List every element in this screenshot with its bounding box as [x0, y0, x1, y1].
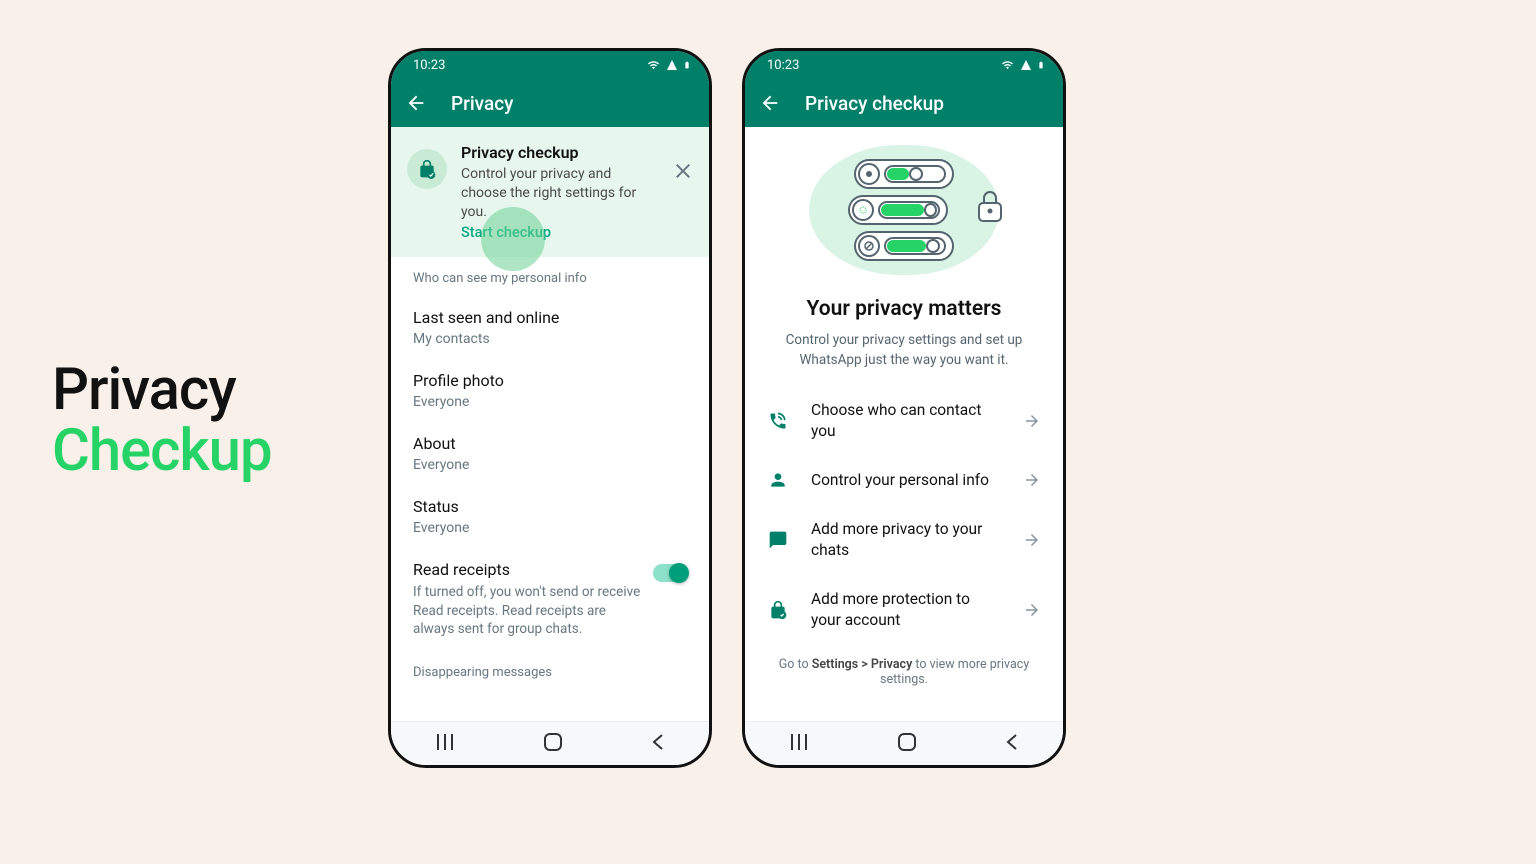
read-receipts-toggle[interactable]	[653, 564, 687, 582]
illustration-toggle-2	[848, 195, 948, 225]
setting-label: Profile photo	[413, 371, 687, 390]
checkup-footnote: Go to Settings > Privacy to view more pr…	[745, 645, 1063, 695]
back-button[interactable]	[651, 734, 665, 754]
setting-value: Everyone	[413, 457, 687, 473]
setting-label: About	[413, 434, 687, 453]
start-checkup-link[interactable]: Start checkup	[461, 224, 657, 241]
signal-icon	[665, 59, 679, 71]
wifi-icon	[1000, 59, 1015, 71]
back-button[interactable]	[1005, 734, 1019, 754]
lock-check-icon	[407, 149, 447, 189]
recent-apps-button[interactable]	[435, 734, 455, 754]
setting-value: Everyone	[413, 520, 687, 536]
hero-line-1: Privacy	[52, 360, 272, 421]
signal-icon	[1019, 59, 1033, 71]
setting-profile-photo[interactable]: Profile photo Everyone	[391, 359, 709, 422]
close-icon[interactable]	[671, 159, 695, 183]
app-bar-title: Privacy	[451, 92, 513, 115]
status-time: 10:23	[767, 58, 799, 73]
home-button[interactable]	[898, 733, 916, 755]
illustration-toggle-3	[854, 231, 954, 261]
privacy-checkup-banner[interactable]: Privacy checkup Control your privacy and…	[391, 127, 709, 257]
checkup-item-account-protection[interactable]: Add more protection to your account	[745, 575, 1063, 645]
setting-label: Last seen and online	[413, 308, 687, 327]
chevron-right-icon	[1023, 601, 1041, 619]
chat-icon	[767, 530, 789, 550]
setting-last-seen[interactable]: Last seen and online My contacts	[391, 296, 709, 359]
phone-icon	[767, 411, 789, 431]
setting-helper: If turned off, you won't send or receive…	[413, 583, 643, 640]
back-arrow-icon[interactable]	[759, 92, 781, 114]
wifi-icon	[646, 59, 661, 71]
lock-shield-icon	[767, 600, 789, 620]
banner-title: Privacy checkup	[461, 143, 657, 162]
setting-label: Read receipts	[413, 560, 643, 579]
checkup-item-contact[interactable]: Choose who can contact you	[745, 386, 1063, 456]
illustration-toggle-1	[854, 159, 954, 189]
status-icons	[646, 58, 691, 72]
status-bar: 10:23	[745, 51, 1063, 79]
app-bar: Privacy	[391, 79, 709, 127]
setting-value: Everyone	[413, 394, 687, 410]
banner-desc: Control your privacy and choose the righ…	[461, 165, 657, 222]
status-bar: 10:23	[391, 51, 709, 79]
android-nav-bar	[391, 721, 709, 765]
footnote-prefix: Go to	[779, 657, 812, 672]
checkup-item-chat-privacy[interactable]: Add more privacy to your chats	[745, 505, 1063, 575]
checkup-item-label: Choose who can contact you	[811, 400, 1001, 442]
marketing-title: Privacy Checkup	[52, 360, 272, 482]
setting-value: My contacts	[413, 331, 687, 347]
padlock-icon	[975, 189, 1005, 223]
checkup-hero-desc: Control your privacy settings and set up…	[745, 321, 1063, 386]
checkup-hero-title: Your privacy matters	[745, 297, 1063, 321]
phone-privacy-settings: 10:23 Privacy Privacy checkup Control yo…	[388, 48, 712, 768]
checkup-item-personal-info[interactable]: Control your personal info	[745, 456, 1063, 505]
status-time: 10:23	[413, 58, 445, 73]
app-bar: Privacy checkup	[745, 79, 1063, 127]
chevron-right-icon	[1023, 531, 1041, 549]
setting-status[interactable]: Status Everyone	[391, 485, 709, 548]
checkup-item-label: Add more privacy to your chats	[811, 519, 1001, 561]
setting-about[interactable]: About Everyone	[391, 422, 709, 485]
setting-read-receipts[interactable]: Read receipts If turned off, you won't s…	[391, 548, 709, 652]
hero-line-2: Checkup	[52, 421, 272, 482]
section-header-disappearing: Disappearing messages	[391, 651, 709, 690]
recent-apps-button[interactable]	[789, 734, 809, 754]
phone-privacy-checkup: 10:23 Privacy checkup	[742, 48, 1066, 768]
setting-label: Status	[413, 497, 687, 516]
battery-icon	[683, 58, 691, 72]
app-bar-title: Privacy checkup	[805, 92, 944, 115]
status-icons	[1000, 58, 1045, 72]
android-nav-bar	[745, 721, 1063, 765]
privacy-illustration	[745, 127, 1063, 285]
battery-icon	[1037, 58, 1045, 72]
checkup-item-label: Control your personal info	[811, 470, 1001, 491]
checkup-item-label: Add more protection to your account	[811, 589, 1001, 631]
back-arrow-icon[interactable]	[405, 92, 427, 114]
chevron-right-icon	[1023, 412, 1041, 430]
person-icon	[767, 470, 789, 490]
home-button[interactable]	[544, 733, 562, 755]
section-header-personal-info: Who can see my personal info	[391, 257, 709, 296]
footnote-path: Settings > Privacy	[812, 657, 913, 672]
chevron-right-icon	[1023, 471, 1041, 489]
